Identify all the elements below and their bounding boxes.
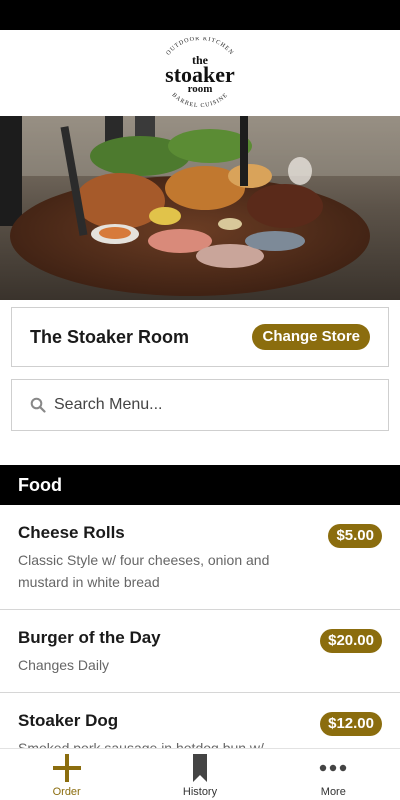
menu-item-description: Smoked pork sausage in hotdog bun w/ [18, 740, 264, 748]
tab-more[interactable]: More [267, 749, 400, 800]
bookmark-icon [185, 753, 215, 783]
tab-order[interactable]: Order [0, 749, 133, 800]
price-badge: $12.00 [320, 712, 382, 736]
menu-item-stoaker-dog[interactable]: Stoaker Dog Smoked pork sausage in hotdo… [0, 693, 400, 748]
menu-list: Cheese Rolls Classic Style w/ four chees… [0, 505, 400, 748]
change-store-button[interactable]: Change Store [252, 324, 370, 350]
tab-label: History [182, 786, 218, 798]
bottom-tab-bar: Order History More [0, 748, 400, 800]
menu-item-title: Cheese Rolls [18, 523, 125, 542]
store-name: The Stoaker Room [30, 326, 190, 347]
price-badge: $20.00 [320, 629, 382, 653]
menu-item-cheese-rolls[interactable]: Cheese Rolls Classic Style w/ four chees… [0, 505, 400, 610]
more-dots-icon [318, 753, 348, 783]
menu-section-header: Food [0, 465, 400, 505]
hero-food-image [0, 116, 400, 300]
stoaker-room-logo: OUTDOOR KITCHEN the stoaker room BARREL … [165, 37, 235, 109]
section-title: Food [18, 474, 62, 495]
plus-icon [52, 753, 82, 783]
tab-label: More [320, 786, 346, 798]
tab-label: Order [52, 786, 81, 798]
menu-item-description: Classic Style w/ four cheeses, onion and… [18, 552, 270, 590]
menu-item-description: Changes Daily [18, 657, 110, 673]
status-bar [0, 0, 400, 30]
search-icon [30, 397, 46, 413]
store-card: The Stoaker Room Change Store [11, 307, 389, 367]
price-badge: $5.00 [328, 524, 382, 548]
search-input[interactable] [54, 396, 354, 414]
svg-text:room: room [188, 83, 213, 95]
tab-history[interactable]: History [133, 749, 266, 800]
menu-item-burger-of-the-day[interactable]: Burger of the Day Changes Daily $20.00 [0, 610, 400, 693]
app-header: OUTDOOR KITCHEN the stoaker room BARREL … [0, 30, 400, 116]
search-box[interactable] [11, 379, 389, 431]
